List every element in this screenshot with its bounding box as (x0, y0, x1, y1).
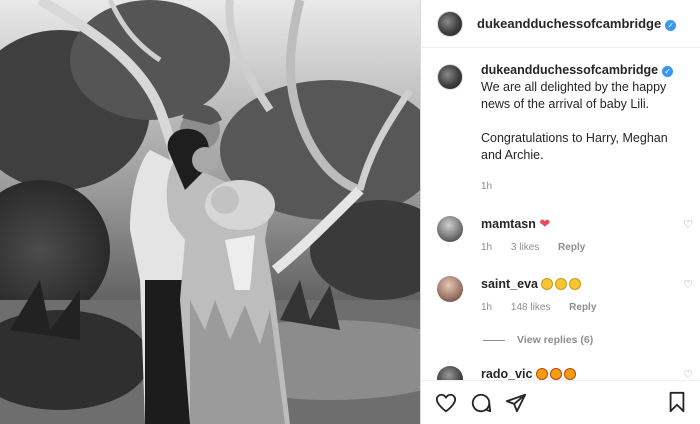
caption-avatar[interactable] (437, 64, 463, 90)
caption-text-2: Congratulations to Harry, Meghan and Arc… (481, 131, 668, 162)
replies-divider (483, 339, 505, 341)
commenter-avatar[interactable] (437, 216, 463, 242)
heart-emoji-icon: ❤ (539, 216, 551, 231)
paper-plane-icon[interactable] (505, 392, 527, 414)
like-comment-heart-icon[interactable]: ♡ (683, 278, 693, 291)
post-header: dukeandduchessofcambridge ✓ (421, 0, 700, 48)
heart-icon[interactable] (435, 392, 457, 414)
view-replies-button[interactable]: View replies (6) (483, 334, 593, 346)
comment-time[interactable]: 1h (481, 302, 492, 313)
comment-icon[interactable] (470, 392, 492, 414)
face-emoji-icon (555, 278, 568, 290)
bookmark-icon[interactable] (666, 391, 688, 413)
caption-time[interactable]: 1h (481, 178, 685, 195)
comment-time[interactable]: 1h (481, 242, 492, 253)
author-handle[interactable]: dukeandduchessofcambridge ✓ (477, 16, 677, 31)
comments-section: dukeandduchessofcambridge ✓ We are all de… (421, 62, 700, 195)
photo-image (0, 0, 420, 424)
verified-badge-icon: ✓ (662, 66, 674, 77)
face-emoji-icon (569, 278, 582, 290)
verified-badge-icon: ✓ (665, 20, 677, 31)
action-bar (421, 380, 700, 424)
comment-item: saint_eva 1h 148 likes Reply ♡ (437, 276, 693, 313)
post-panel: dukeandduchessofcambridge ✓ dukeandduches… (420, 0, 700, 424)
post-photo[interactable] (0, 0, 420, 424)
star-eyes-emoji-icon (535, 368, 548, 380)
reply-button[interactable]: Reply (558, 242, 585, 253)
author-avatar[interactable] (437, 10, 463, 37)
star-eyes-emoji-icon (549, 368, 562, 380)
caption-text: dukeandduchessofcambridge ✓ We are all de… (481, 62, 685, 113)
commenter-handle[interactable]: rado_vic (481, 367, 532, 381)
commenter-handle[interactable]: mamtasn (481, 217, 536, 231)
commenter-avatar[interactable] (437, 276, 463, 302)
caption-handle[interactable]: dukeandduchessofcambridge (481, 63, 658, 77)
star-eyes-emoji-icon (563, 368, 576, 380)
comment-likes[interactable]: 3 likes (511, 242, 539, 253)
reply-button[interactable]: Reply (569, 302, 596, 313)
comment-item: mamtasn ❤ 1h 3 likes Reply ♡ (437, 216, 693, 253)
like-comment-heart-icon[interactable]: ♡ (683, 218, 693, 231)
comment-likes[interactable]: 148 likes (511, 302, 550, 313)
face-emoji-icon (541, 278, 554, 290)
commenter-handle[interactable]: saint_eva (481, 277, 538, 291)
caption: dukeandduchessofcambridge ✓ We are all de… (421, 62, 700, 195)
